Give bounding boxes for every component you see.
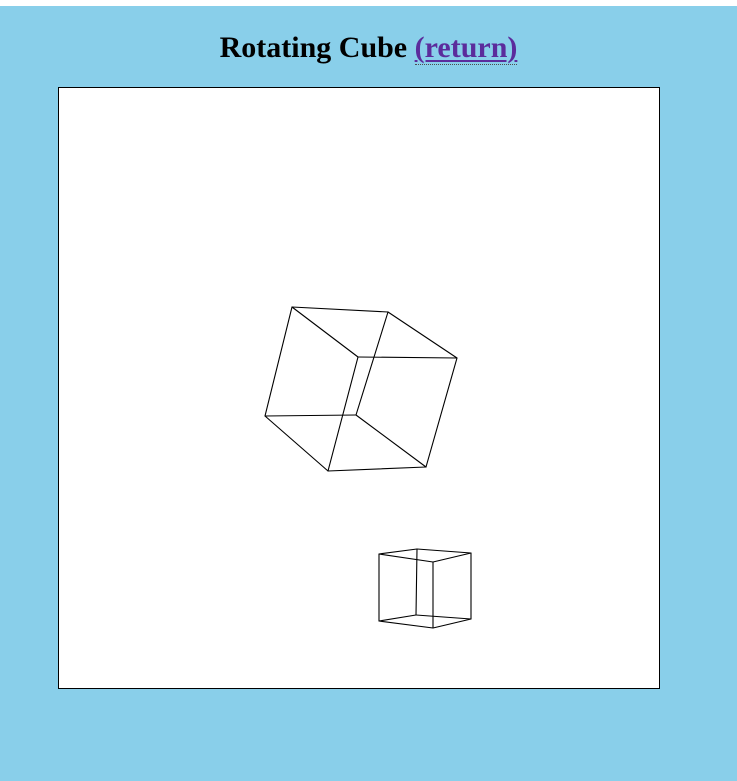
cube-edge [291, 306, 359, 358]
cube-edge [355, 311, 389, 416]
cube-edge [264, 415, 329, 472]
cube-edge [327, 356, 359, 472]
cube-edge [378, 614, 417, 622]
cube-edge [264, 306, 293, 417]
cube-edge [425, 357, 458, 468]
cube-edge [432, 618, 472, 629]
cube-edge [378, 620, 434, 629]
cube-edge [357, 356, 458, 359]
title-text: Rotating Cube [219, 31, 408, 64]
cube-edge [327, 466, 427, 472]
large-cube [264, 306, 458, 472]
cube-edge [415, 614, 472, 620]
small-cube [378, 548, 472, 629]
cube-canvas [58, 87, 660, 689]
cube-edge [378, 548, 418, 555]
cube-edge [416, 548, 472, 554]
cube-edge [432, 552, 472, 563]
cube-edge [355, 414, 427, 468]
page-title: Rotating Cube (return) [0, 28, 737, 68]
return-link[interactable]: (return) [414, 31, 518, 65]
cube-edge [415, 548, 418, 616]
cube-edge [291, 306, 389, 313]
cube-edge [378, 553, 434, 563]
cube-edge [387, 311, 458, 359]
wireframe-svg [264, 306, 472, 629]
page-background: Rotating Cube (return) [0, 6, 737, 781]
